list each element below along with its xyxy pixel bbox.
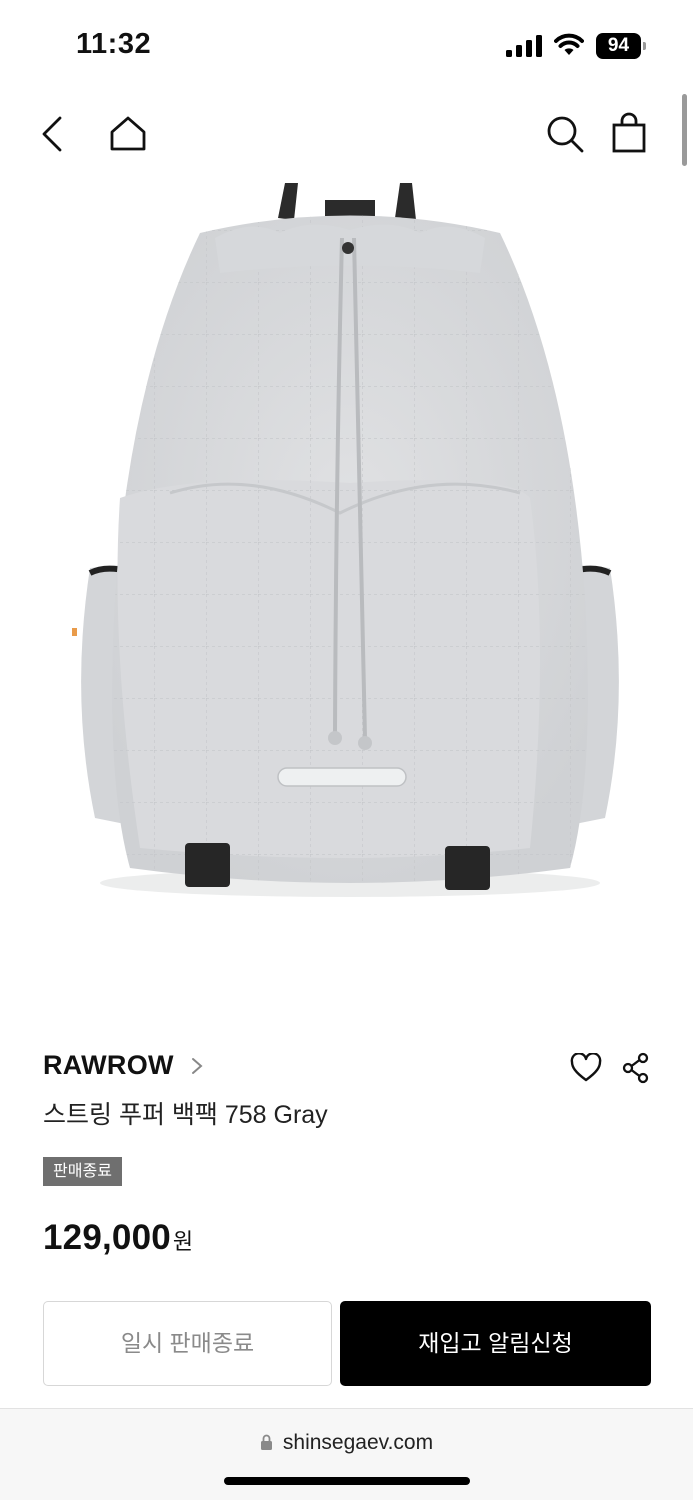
url-text[interactable]: shinsegaev.com: [283, 1431, 433, 1454]
browser-url-bar[interactable]: shinsegaev.com: [0, 1408, 693, 1500]
heart-icon[interactable]: [570, 1053, 602, 1083]
status-bar: 11:32 94: [0, 0, 693, 90]
brand-link[interactable]: RAWROW: [43, 1050, 204, 1081]
status-badge: 판매종료: [43, 1157, 122, 1186]
price: 129,000 원: [43, 1218, 193, 1258]
shopping-bag-icon[interactable]: [610, 112, 648, 154]
product-title: 스트링 푸퍼 백팩 758 Gray: [43, 1101, 328, 1129]
wifi-icon: [554, 33, 584, 55]
signal-icon: [506, 35, 542, 57]
scrollbar[interactable]: [682, 94, 687, 166]
price-value: 129,000: [43, 1218, 171, 1257]
home-icon[interactable]: [106, 112, 150, 156]
soldout-button[interactable]: 일시 판매종료: [43, 1301, 332, 1386]
product-image[interactable]: [50, 178, 650, 918]
share-icon[interactable]: [622, 1052, 650, 1084]
price-unit: 원: [172, 1229, 194, 1254]
chevron-right-icon: [191, 1057, 203, 1074]
restock-alert-button[interactable]: 재입고 알림신청: [340, 1301, 651, 1386]
search-icon[interactable]: [544, 113, 586, 155]
home-indicator: [224, 1477, 470, 1485]
back-icon[interactable]: [36, 112, 72, 156]
status-time: 11:32: [76, 28, 152, 60]
lock-icon: [260, 1434, 272, 1450]
battery-icon: 94: [596, 33, 646, 59]
battery-level: 94: [596, 33, 641, 59]
brand-name: RAWROW: [43, 1050, 174, 1080]
